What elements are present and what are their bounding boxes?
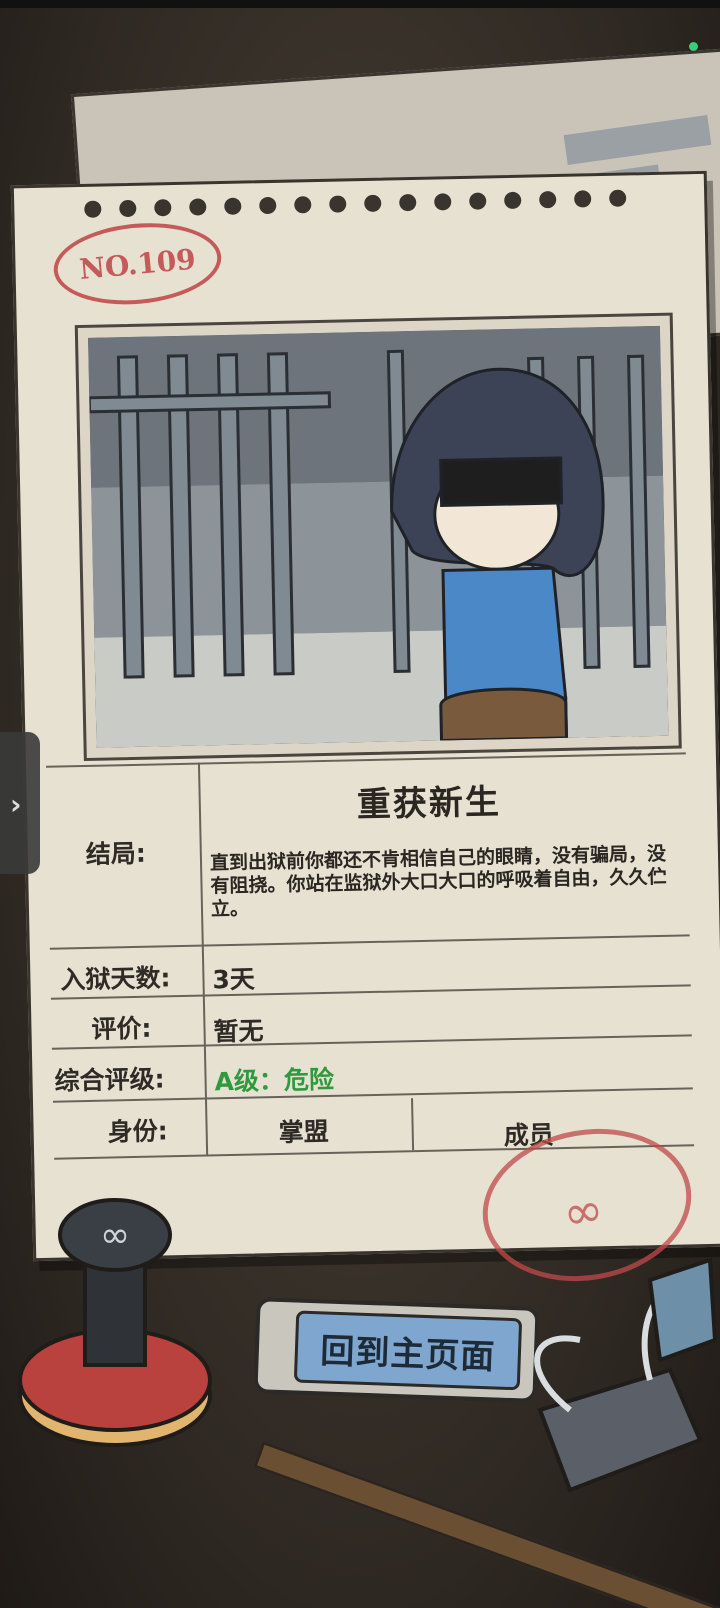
review-value: 暂无: [213, 1016, 264, 1047]
ending-illustration: [88, 325, 669, 748]
home-button[interactable]: 回到主页面: [253, 1297, 540, 1403]
ending-card: NO.109 结局: 重获新生 直到出狱前你都还不肯相信自己的眼睛，没有骗局，没…: [10, 170, 720, 1262]
side-drawer-tab[interactable]: ›: [0, 732, 40, 874]
rubber-stamp: ∞: [15, 1195, 215, 1455]
identity-label: 身份:: [107, 1116, 168, 1147]
ending-label: 结局:: [85, 838, 147, 869]
grade-label: 综合评级:: [54, 1064, 165, 1096]
photo-frame: [74, 312, 682, 762]
game-scene: NO.109 结局: 重获新生 直到出狱前你都还不肯相信自己的眼睛，没有骗局，没…: [0, 0, 720, 1608]
binder-clip-icon: [534, 1257, 718, 1493]
notebook-holes: [84, 188, 684, 221]
ending-info-table: 结局: 重获新生 直到出狱前你都还不肯相信自己的眼睛，没有骗局，没有阻挠。你站在…: [26, 752, 720, 1186]
days-value: 3天: [212, 964, 256, 995]
days-label: 入狱天数:: [60, 963, 171, 995]
chevron-right-icon[interactable]: ›: [10, 788, 22, 821]
status-bar: [0, 0, 720, 8]
home-button-label[interactable]: 回到主页面: [293, 1310, 523, 1391]
identity-org: 掌盟: [278, 1116, 330, 1148]
ending-description: 直到出狱前你都还不肯相信自己的眼睛，没有骗局，没有阻挠。你站在监狱外大口大口的呼…: [209, 842, 667, 921]
grade-value: A级：危险: [214, 1064, 335, 1097]
svg-text:∞: ∞: [559, 1181, 608, 1243]
infinity-icon: ∞: [100, 1215, 130, 1256]
card-number-stamp: NO.109: [50, 216, 225, 312]
ending-title: 重获新生: [356, 782, 502, 826]
review-label: 评价:: [91, 1013, 152, 1044]
